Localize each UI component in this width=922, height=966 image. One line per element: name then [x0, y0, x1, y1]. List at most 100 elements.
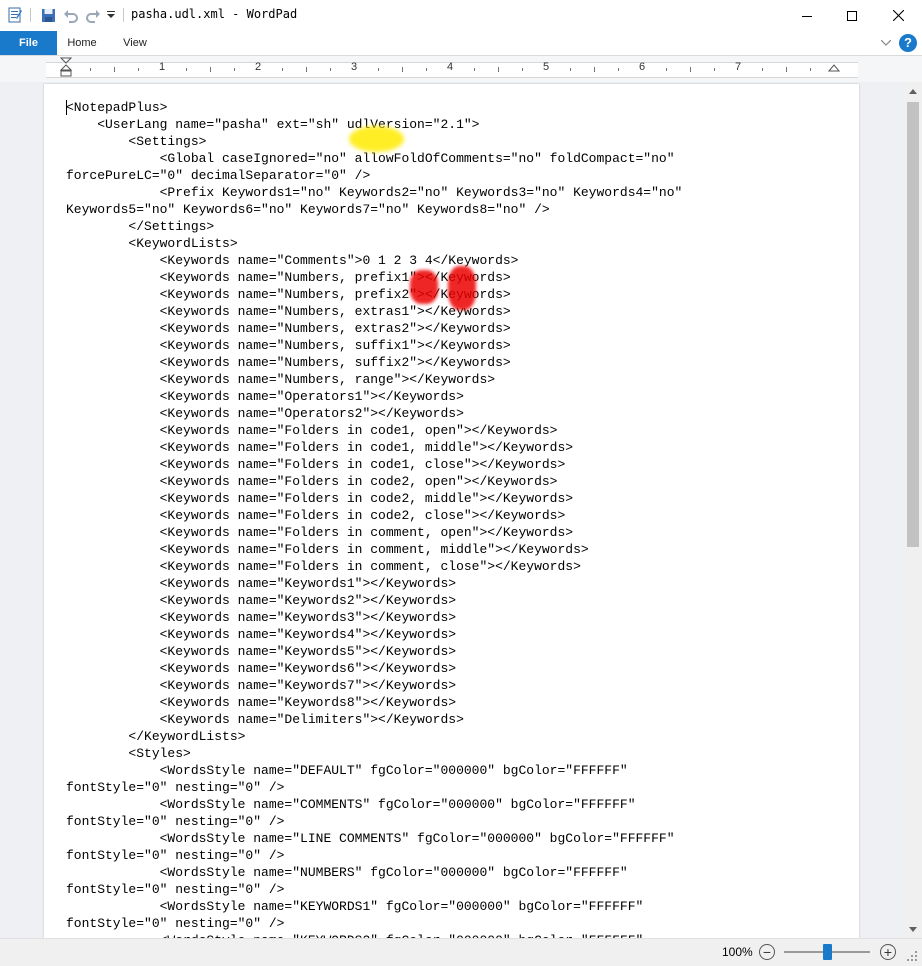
- document-line: <KeywordLists>: [66, 236, 238, 251]
- document-line: <Keywords name="Folders in comment, clos…: [66, 559, 581, 574]
- document-line: fontStyle="0" nesting="0" />: [66, 882, 285, 897]
- document-line: </Settings>: [66, 219, 215, 234]
- ribbon-tab-bar: File Home View ?: [0, 31, 922, 56]
- help-icon[interactable]: ?: [899, 34, 917, 52]
- maximize-icon: [847, 10, 857, 21]
- vertical-scrollbar[interactable]: [904, 82, 922, 938]
- undo-icon[interactable]: [62, 6, 80, 24]
- document-canvas[interactable]: <NotepadPlus> <UserLang name="pasha" ext…: [0, 82, 904, 938]
- minimize-icon: [802, 15, 812, 17]
- wordpad-app-icon[interactable]: [6, 6, 24, 24]
- first-line-indent-marker[interactable]: [60, 57, 72, 83]
- ruler-number: 2: [254, 61, 262, 73]
- ruler-tick: [90, 68, 91, 71]
- save-icon[interactable]: [38, 6, 58, 24]
- ruler-number: 4: [446, 61, 454, 73]
- ruler-tick: [570, 68, 571, 71]
- document-line: <Keywords name="Comments">0 1 2 3 4</Key…: [66, 253, 519, 268]
- document-line: <Keywords name="Folders in code1, close"…: [66, 457, 566, 472]
- document-line: forcePureLC="0" decimalSeparator="0" />: [66, 168, 371, 183]
- document-line: <Settings>: [66, 134, 207, 149]
- ruler-tick: [594, 67, 595, 72]
- maximize-button[interactable]: [829, 0, 875, 31]
- document-line: <Keywords name="Delimiters"></Keywords>: [66, 712, 464, 727]
- zoom-slider-thumb[interactable]: [823, 944, 832, 960]
- ruler-number: 3: [350, 61, 358, 73]
- ruler-tick: [402, 67, 403, 72]
- ruler-area: 1 2 3 4 5 6 7: [0, 56, 922, 82]
- document-line: <Styles>: [66, 746, 191, 761]
- document-line: <WordsStyle name="COMMENTS" fgColor="000…: [66, 797, 636, 812]
- ruler-tick: [234, 68, 235, 71]
- document-line: <Keywords name="Folders in code2, close"…: [66, 508, 566, 523]
- ruler-tick: [378, 68, 379, 71]
- document-line: <UserLang name="pasha" ext="sh" udlVersi…: [66, 117, 480, 132]
- ruler-tick: [498, 67, 499, 72]
- document-line: <Keywords name="Keywords3"></Keywords>: [66, 610, 457, 625]
- document-line: <Keywords name="Folders in code1, middle…: [66, 440, 574, 455]
- document-line: <Global caseIgnored="no" allowFoldOfComm…: [66, 151, 675, 166]
- right-indent-marker[interactable]: [828, 61, 840, 73]
- ruler-tick: [762, 68, 763, 71]
- zoom-level-label: 100%: [722, 945, 753, 959]
- document-line: <Keywords name="Folders in code2, middle…: [66, 491, 574, 506]
- document-line: <Keywords name="Folders in code2, open">…: [66, 474, 558, 489]
- document-line: <Keywords name="Keywords4"></Keywords>: [66, 627, 457, 642]
- ruler-tick: [186, 68, 187, 71]
- quick-access-separator: [30, 8, 31, 22]
- title-separator: [123, 8, 124, 22]
- document-line: <Keywords name="Keywords8"></Keywords>: [66, 695, 457, 710]
- resize-grip-icon[interactable]: [906, 950, 918, 962]
- ruler-tick: [138, 68, 139, 71]
- document-line: <Keywords name="Folders in comment, open…: [66, 525, 574, 540]
- document-line: <WordsStyle name="DEFAULT" fgColor="0000…: [66, 763, 628, 778]
- window-title: pasha.udl.xml - WordPad: [131, 7, 298, 21]
- text-caret: [66, 100, 67, 115]
- redo-icon[interactable]: [84, 6, 102, 24]
- ruler-tick: [282, 68, 283, 71]
- title-bar: pasha.udl.xml - WordPad: [0, 0, 922, 31]
- tab-view[interactable]: View: [113, 31, 157, 55]
- minimize-button[interactable]: [784, 0, 830, 31]
- document-line: <Keywords name="Numbers, range"></Keywor…: [66, 372, 496, 387]
- customize-dropdown-icon[interactable]: [106, 6, 116, 24]
- document-line: Keywords5="no" Keywords6="no" Keywords7=…: [66, 202, 550, 217]
- ruler-tick: [114, 67, 115, 72]
- ruler[interactable]: 1 2 3 4 5 6 7: [46, 57, 858, 78]
- document-line: </KeywordLists>: [66, 729, 246, 744]
- document-line: <WordsStyle name="KEYWORDS1" fgColor="00…: [66, 899, 644, 914]
- zoom-out-button[interactable]: −: [759, 944, 775, 960]
- document-page[interactable]: <NotepadPlus> <UserLang name="pasha" ext…: [44, 84, 859, 938]
- ruler-tick: [426, 68, 427, 71]
- ruler-number: 7: [734, 61, 742, 73]
- ruler-number: 1: [158, 61, 166, 73]
- document-text[interactable]: <NotepadPlus> <UserLang name="pasha" ext…: [66, 99, 682, 938]
- tab-home[interactable]: Home: [60, 31, 104, 55]
- close-button[interactable]: [875, 0, 921, 31]
- ruler-tick: [522, 68, 523, 71]
- ruler-tick: [306, 67, 307, 72]
- document-line: <Keywords name="Numbers, extras2"></Keyw…: [66, 321, 511, 336]
- scroll-down-arrow-icon[interactable]: [904, 920, 922, 938]
- ruler-number: 6: [638, 61, 646, 73]
- document-line: <Keywords name="Folders in code1, open">…: [66, 423, 558, 438]
- ruler-tick: [810, 68, 811, 71]
- scroll-up-arrow-icon[interactable]: [904, 82, 922, 100]
- ruler-tick: [330, 68, 331, 71]
- document-line: <Keywords name="Keywords2"></Keywords>: [66, 593, 457, 608]
- ruler-tick: [618, 68, 619, 71]
- document-line: <WordsStyle name="NUMBERS" fgColor="0000…: [66, 865, 628, 880]
- document-line: <Keywords name="Operators1"></Keywords>: [66, 389, 464, 404]
- ruler-tick: [714, 68, 715, 71]
- tab-file[interactable]: File: [0, 31, 57, 55]
- ribbon-collapse-chevron-icon[interactable]: [878, 35, 894, 51]
- ruler-tick: [690, 67, 691, 72]
- document-line: fontStyle="0" nesting="0" />: [66, 814, 285, 829]
- document-line: <Keywords name="Numbers, suffix2"></Keyw…: [66, 355, 511, 370]
- scrollbar-thumb[interactable]: [907, 102, 919, 547]
- zoom-in-button[interactable]: +: [880, 944, 896, 960]
- status-bar: 100% − +: [0, 938, 922, 966]
- document-line: fontStyle="0" nesting="0" />: [66, 916, 285, 931]
- ruler-tick: [210, 67, 211, 72]
- document-line: <Keywords name="Numbers, prefix1"></Keyw…: [66, 270, 511, 285]
